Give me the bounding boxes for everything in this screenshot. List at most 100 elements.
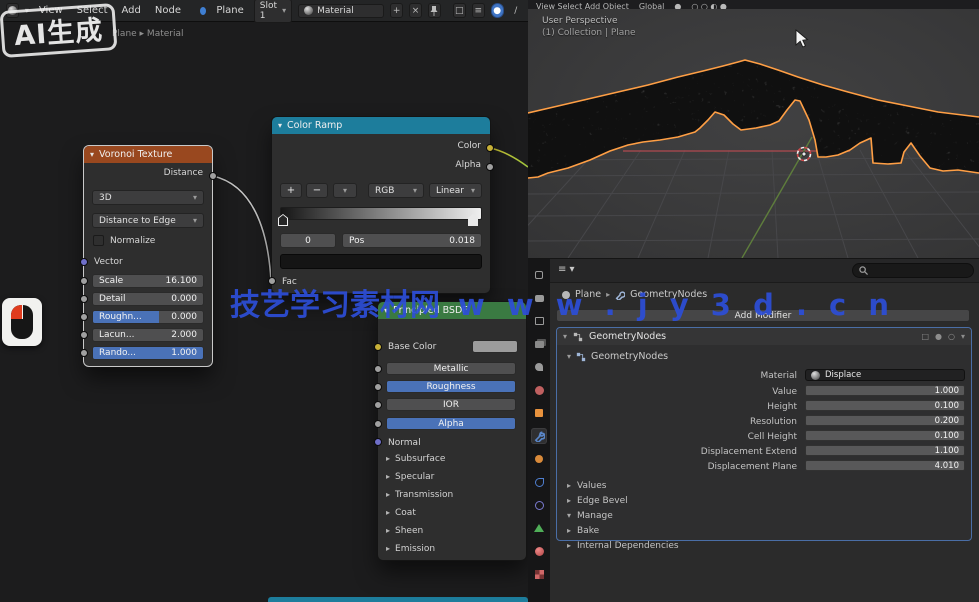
display-realtime-toggle-icon[interactable]: ●	[935, 332, 942, 341]
tab-physics[interactable]	[531, 474, 547, 490]
cell-height-slider[interactable]: 0.100	[805, 430, 965, 441]
tab-particles[interactable]	[531, 451, 547, 467]
tab-constraints[interactable]	[531, 497, 547, 513]
socket-roughness-in[interactable]	[374, 383, 382, 391]
stop-color-swatch[interactable]	[280, 254, 482, 269]
gradient-bar[interactable]	[280, 207, 482, 220]
material-selector[interactable]: Material	[298, 4, 384, 18]
socket-normal-in[interactable]	[374, 438, 382, 446]
socket-ramp-alpha-out[interactable]	[486, 163, 494, 171]
shading-mode-icons[interactable]: ○ ○ ◐ ●	[691, 0, 727, 9]
alpha-slider[interactable]: Alpha	[386, 417, 516, 430]
viewport-menus[interactable]: View Select Add Object	[536, 0, 629, 9]
viewport-canvas[interactable]	[528, 0, 979, 258]
stop-position-slider[interactable]: Pos0.018	[342, 233, 482, 248]
socket-voronoi-distance-out[interactable]	[209, 172, 217, 180]
section-transmission[interactable]: ▸Transmission	[386, 490, 453, 500]
modifier-header[interactable]: ▾ GeometryNodes □ ● ○ ▾	[557, 328, 971, 345]
partial-node-header[interactable]	[268, 597, 528, 602]
interpolation-dropdown[interactable]: Linear▾	[429, 183, 482, 198]
color-mode-dropdown[interactable]: RGB▾	[368, 183, 424, 198]
voronoi-lacunarity-slider[interactable]: Lacun...2.000	[92, 328, 204, 342]
menu-node[interactable]: Node	[151, 5, 185, 16]
viewport-header[interactable]: View Select Add Object Global ● ○ ○ ◐ ●	[528, 0, 979, 9]
voronoi-roughness-slider[interactable]: Roughn...0.000	[92, 310, 204, 324]
section-manage[interactable]: ▾Manage	[567, 511, 613, 521]
new-material-button[interactable]: +	[390, 3, 403, 18]
section-values[interactable]: ▸Values	[567, 481, 606, 491]
socket-voronoi-lacunarity-in[interactable]	[80, 331, 88, 339]
socket-base-color-in[interactable]	[374, 343, 382, 351]
value-slider[interactable]: 1.000	[805, 385, 965, 396]
orientation-dropdown[interactable]: Global	[639, 0, 665, 9]
tab-material[interactable]	[531, 543, 547, 559]
node-principled-bsdf[interactable]: ▾ Principled BSDF Base Color Metallic Ro…	[378, 302, 526, 560]
tab-texture[interactable]	[531, 566, 547, 582]
collapse-chevron-icon[interactable]: ▾	[90, 150, 94, 159]
menu-add[interactable]: Add	[118, 5, 145, 16]
ramp-options-button[interactable]: ▾	[333, 183, 357, 198]
socket-metallic-in[interactable]	[374, 365, 382, 373]
add-stop-button[interactable]: +	[280, 183, 302, 198]
tab-object-data[interactable]	[531, 520, 547, 536]
display-render-toggle-icon[interactable]: ○	[948, 332, 955, 341]
section-subsurface[interactable]: ▸Subsurface	[386, 454, 445, 464]
socket-voronoi-roughness-in[interactable]	[80, 313, 88, 321]
remove-stop-button[interactable]: −	[306, 183, 328, 198]
socket-alpha-in[interactable]	[374, 420, 382, 428]
node-group-selector[interactable]: ▾ GeometryNodes	[567, 351, 668, 362]
unlink-material-button[interactable]: ×	[409, 3, 422, 18]
voronoi-dimensions-dropdown[interactable]: 3D▾	[92, 190, 204, 205]
socket-voronoi-detail-in[interactable]	[80, 295, 88, 303]
voronoi-scale-slider[interactable]: Scale16.100	[92, 274, 204, 288]
properties-search-box[interactable]	[852, 263, 974, 278]
3d-viewport[interactable]: View Select Add Object Global ● ○ ○ ◐ ● …	[528, 0, 979, 258]
metallic-slider[interactable]: Metallic	[386, 362, 516, 375]
expand-chevron-icon[interactable]: ▾	[563, 332, 567, 341]
tab-modifiers[interactable]	[531, 428, 547, 444]
socket-ior-in[interactable]	[374, 401, 382, 409]
snap-magnet-icon[interactable]: ●	[674, 0, 681, 9]
socket-voronoi-vector-in[interactable]	[80, 258, 88, 266]
material-id-selector[interactable]: Displace	[805, 369, 965, 381]
height-slider[interactable]: 0.100	[805, 400, 965, 411]
displacement-extend-slider[interactable]: 1.100	[805, 445, 965, 456]
section-sheen[interactable]: ▸Sheen	[386, 526, 423, 536]
tab-scene[interactable]	[531, 359, 547, 375]
tab-world[interactable]	[531, 382, 547, 398]
roughness-slider[interactable]: Roughness	[386, 380, 516, 393]
pin-icon[interactable]	[428, 3, 441, 18]
socket-voronoi-randomness-in[interactable]	[80, 349, 88, 357]
node-color-ramp[interactable]: ▾ Color Ramp Color Alpha + − ▾ RGB▾ Line…	[272, 117, 490, 293]
proportional-edit-icon[interactable]: /	[510, 3, 522, 18]
tab-view-layer[interactable]	[531, 336, 547, 352]
voronoi-feature-dropdown[interactable]: Distance to Edge▾	[92, 213, 204, 228]
base-color-swatch[interactable]	[472, 340, 518, 353]
voronoi-randomness-slider[interactable]: Rando...1.000	[92, 346, 204, 360]
voronoi-detail-slider[interactable]: Detail0.000	[92, 292, 204, 306]
display-edit-toggle-icon[interactable]: □	[921, 332, 929, 341]
section-coat[interactable]: ▸Coat	[386, 508, 416, 518]
ior-slider[interactable]: IOR	[386, 398, 516, 411]
section-specular[interactable]: ▸Specular	[386, 472, 434, 482]
stop-index-field[interactable]: 0	[280, 233, 336, 248]
socket-voronoi-scale-in[interactable]	[80, 277, 88, 285]
material-slot-dropdown[interactable]: Slot 1▾	[254, 0, 292, 23]
terrain-mesh-object[interactable]	[528, 60, 979, 178]
resolution-slider[interactable]: 0.200	[805, 415, 965, 426]
node-voronoi-texture[interactable]: ▾ Voronoi Texture Distance 3D▾ Distance …	[84, 146, 212, 366]
tab-object[interactable]	[531, 405, 547, 421]
snap-target-icon[interactable]: □	[453, 3, 466, 18]
socket-ramp-color-out[interactable]	[486, 144, 494, 152]
modifier-extras-icon[interactable]: ▾	[961, 332, 965, 341]
section-bake[interactable]: ▸Bake	[567, 526, 599, 536]
overlay-toggle-icon[interactable]: ≡	[472, 3, 485, 18]
section-emission[interactable]: ▸Emission	[386, 544, 435, 554]
snapping-magnet-icon[interactable]: ●	[491, 3, 504, 18]
displacement-plane-slider[interactable]: 4.010	[805, 460, 965, 471]
editor-type-button[interactable]: ≡ ▾	[558, 264, 575, 275]
section-internal-dependencies[interactable]: ▸Internal Dependencies	[567, 541, 679, 551]
normalize-checkbox[interactable]	[93, 235, 104, 246]
section-edge-bevel[interactable]: ▸Edge Bevel	[567, 496, 628, 506]
voronoi-node-header[interactable]: ▾ Voronoi Texture	[84, 146, 212, 163]
